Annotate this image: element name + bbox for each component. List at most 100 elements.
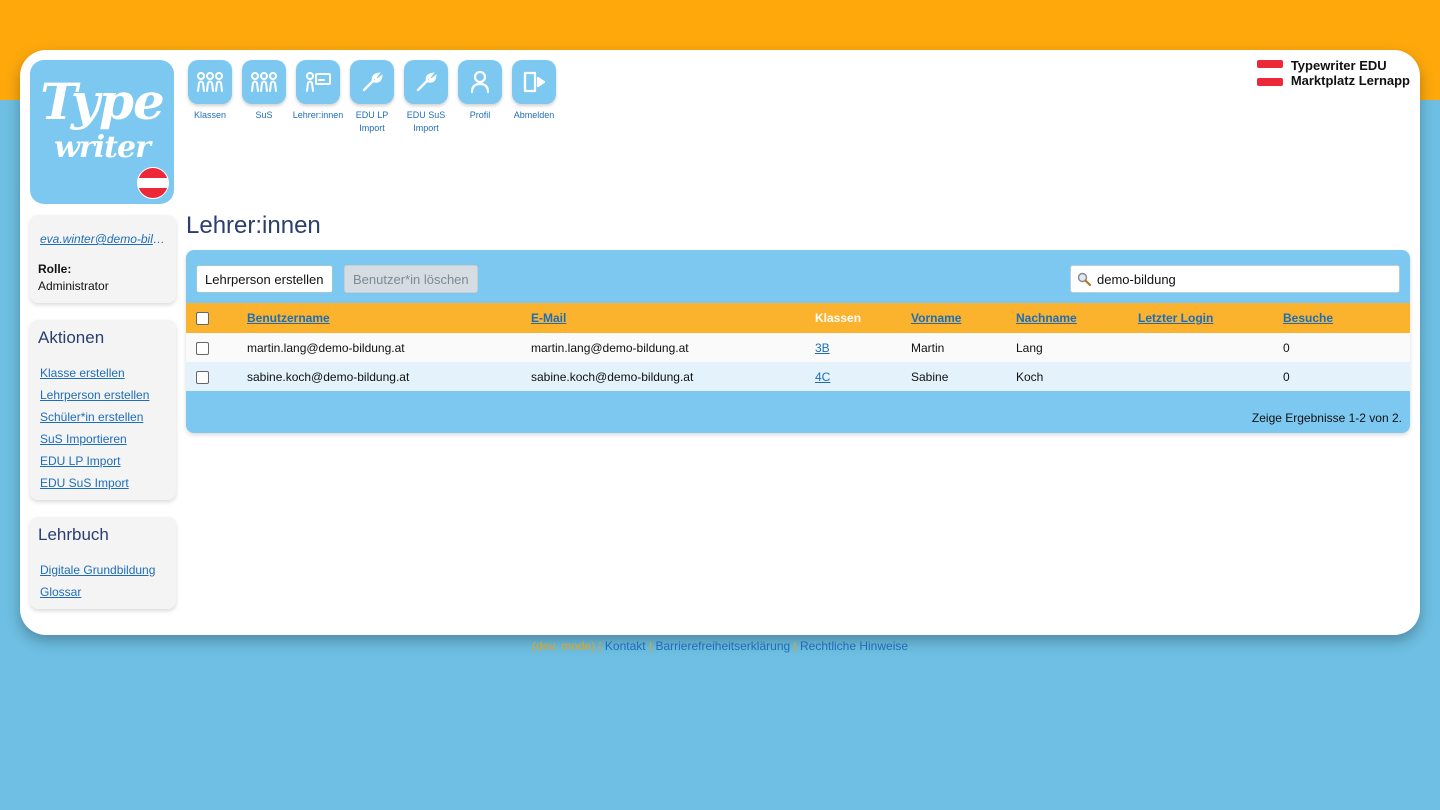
cell-besuche: 0 [1283,333,1410,362]
footer-link-barrierefreiheit[interactable]: Barrierefreiheitserklärung [655,639,790,653]
action-link-klasse-erstellen[interactable]: Klasse erstellen [40,362,149,384]
cell-username: sabine.koch@demo-bildung.at [247,362,531,391]
nav-label: EDU LP Import [355,110,389,133]
nav-label: EDU SuS Import [406,110,446,133]
nav-edu-lp-import[interactable]: EDU LP Import [345,60,399,135]
brand-line-2: Marktplatz Lernapp [1290,73,1410,88]
cell-letzter-login [1138,333,1283,362]
action-link-edu-sus-import[interactable]: EDU SuS Import [40,472,149,494]
cell-klasse: 3B [815,333,911,362]
col-vorname[interactable]: Vorname [911,303,1016,333]
create-teacher-button[interactable]: Lehrperson erstellen [196,265,333,293]
col-vorname-label[interactable]: Vorname [911,311,961,325]
page-title: Lehrer:innen [186,212,321,239]
user-panel: eva.winter@demo-bildung.at Rolle: Admini… [30,215,176,303]
lehrbuch-link-digitale-grundbildung[interactable]: Digitale Grundbildung [40,559,155,581]
col-besuche[interactable]: Besuche [1283,303,1410,333]
nav-sus[interactable]: SuS [237,60,291,122]
brand-line-1: Typewriter EDU [1290,58,1387,73]
footer-separator: | [598,639,602,653]
lehrbuch-links: Digitale Grundbildung Glossar [40,559,155,603]
action-link-sus-importieren[interactable]: SuS Importieren [40,428,149,450]
logo-line-2: writer [54,130,151,165]
select-all-checkbox[interactable] [196,312,209,326]
brand-badge[interactable]: Typewriter EDU Marktplatz Lernapp [1256,58,1410,88]
cell-email: sabine.koch@demo-bildung.at [531,362,815,391]
table-row[interactable]: martin.lang@demo-bildung.at martin.lang@… [186,333,1410,362]
footer-mode-label: (dev, mode) [531,639,596,653]
wrench-icon [350,60,394,104]
klasse-link[interactable]: 4C [815,370,830,384]
lehrbuch-panel: Lehrbuch Digitale Grundbildung Glossar [30,517,176,609]
nav-label: Lehrer:innen [292,110,344,120]
cell-vorname: Martin [911,333,1016,362]
footer: (dev, mode) | Kontakt | Barrierefreiheit… [0,639,1440,653]
teacher-board-icon [296,60,340,104]
cell-email: martin.lang@demo-bildung.at [531,333,815,362]
nav-edu-sus-import[interactable]: EDU SuS Import [399,60,453,135]
col-klassen-label: Klassen [815,311,862,325]
cell-vorname: Sabine [911,362,1016,391]
austria-flag-icon [1256,60,1283,86]
col-letzter-login[interactable]: Letzter Login [1138,303,1283,333]
nav-label: SuS [255,110,273,120]
actions-links: Klasse erstellen Lehrperson erstellen Sc… [40,362,149,494]
delete-user-button[interactable]: Benutzer*in löschen [344,265,478,293]
footer-link-rechtliche-hinweise[interactable]: Rechtliche Hinweise [800,639,908,653]
actions-panel: Aktionen Klasse erstellen Lehrperson ers… [30,320,176,500]
table-row[interactable]: sabine.koch@demo-bildung.at sabine.koch@… [186,362,1410,391]
nav-label: Profil [469,110,491,120]
footer-separator: | [793,639,797,653]
nav-label: Abmelden [513,110,555,120]
action-link-lehrperson-erstellen[interactable]: Lehrperson erstellen [40,384,149,406]
actions-title: Aktionen [38,328,105,347]
austria-flag-icon [137,167,169,199]
nav-klassen[interactable]: Klassen [183,60,237,122]
cell-username: martin.lang@demo-bildung.at [247,333,531,362]
col-letzter-login-label[interactable]: Letzter Login [1138,311,1213,325]
user-email-link[interactable]: eva.winter@demo-bildung.at [40,232,168,246]
main-card: Type writer Klassen SuS Lehrer:innen EDU… [20,50,1420,635]
cell-nachname: Koch [1016,362,1138,391]
col-email-label[interactable]: E-Mail [531,311,566,325]
typewriter-logo[interactable]: Type writer [30,60,174,204]
search-icon [1077,272,1091,286]
row-checkbox[interactable] [196,341,209,355]
nav-profil[interactable]: Profil [453,60,507,122]
col-benutzername[interactable]: Benutzername [247,303,531,333]
result-info: Zeige Ergebnisse 1-2 von 2. [1251,411,1402,425]
row-select-cell [186,333,247,362]
action-link-schueler-erstellen[interactable]: Schüler*in erstellen [40,406,149,428]
col-besuche-label[interactable]: Besuche [1283,311,1333,325]
group-icon [188,60,232,104]
role-label: Rolle: [38,262,72,276]
logout-door-icon [512,60,556,104]
cell-klasse: 4C [815,362,911,391]
search-box [1070,265,1400,293]
teacher-table: Benutzername E-Mail Klassen Vorname Nach… [186,303,1410,391]
nav-lehrer-innen[interactable]: Lehrer:innen [291,60,345,122]
teacher-table-card: Lehrperson erstellen Benutzer*in löschen… [186,250,1410,433]
lehrbuch-link-glossar[interactable]: Glossar [40,581,155,603]
cell-besuche: 0 [1283,362,1410,391]
row-select-cell [186,362,247,391]
nav-abmelden[interactable]: Abmelden [507,60,561,122]
col-benutzername-label[interactable]: Benutzername [247,311,330,325]
students-icon [242,60,286,104]
cell-nachname: Lang [1016,333,1138,362]
logo-line-1: Type [40,72,165,131]
col-email[interactable]: E-Mail [531,303,815,333]
cell-letzter-login [1138,362,1283,391]
row-checkbox[interactable] [196,370,209,384]
col-klassen: Klassen [815,303,911,333]
action-link-edu-lp-import[interactable]: EDU LP Import [40,450,149,472]
select-all-cell [186,303,247,333]
col-nachname-label[interactable]: Nachname [1016,311,1077,325]
footer-separator: | [648,639,653,653]
col-nachname[interactable]: Nachname [1016,303,1138,333]
person-icon [458,60,502,104]
nav-label: Klassen [193,110,227,120]
footer-link-kontakt[interactable]: Kontakt [605,639,646,653]
search-input[interactable] [1097,266,1393,292]
klasse-link[interactable]: 3B [815,341,830,355]
